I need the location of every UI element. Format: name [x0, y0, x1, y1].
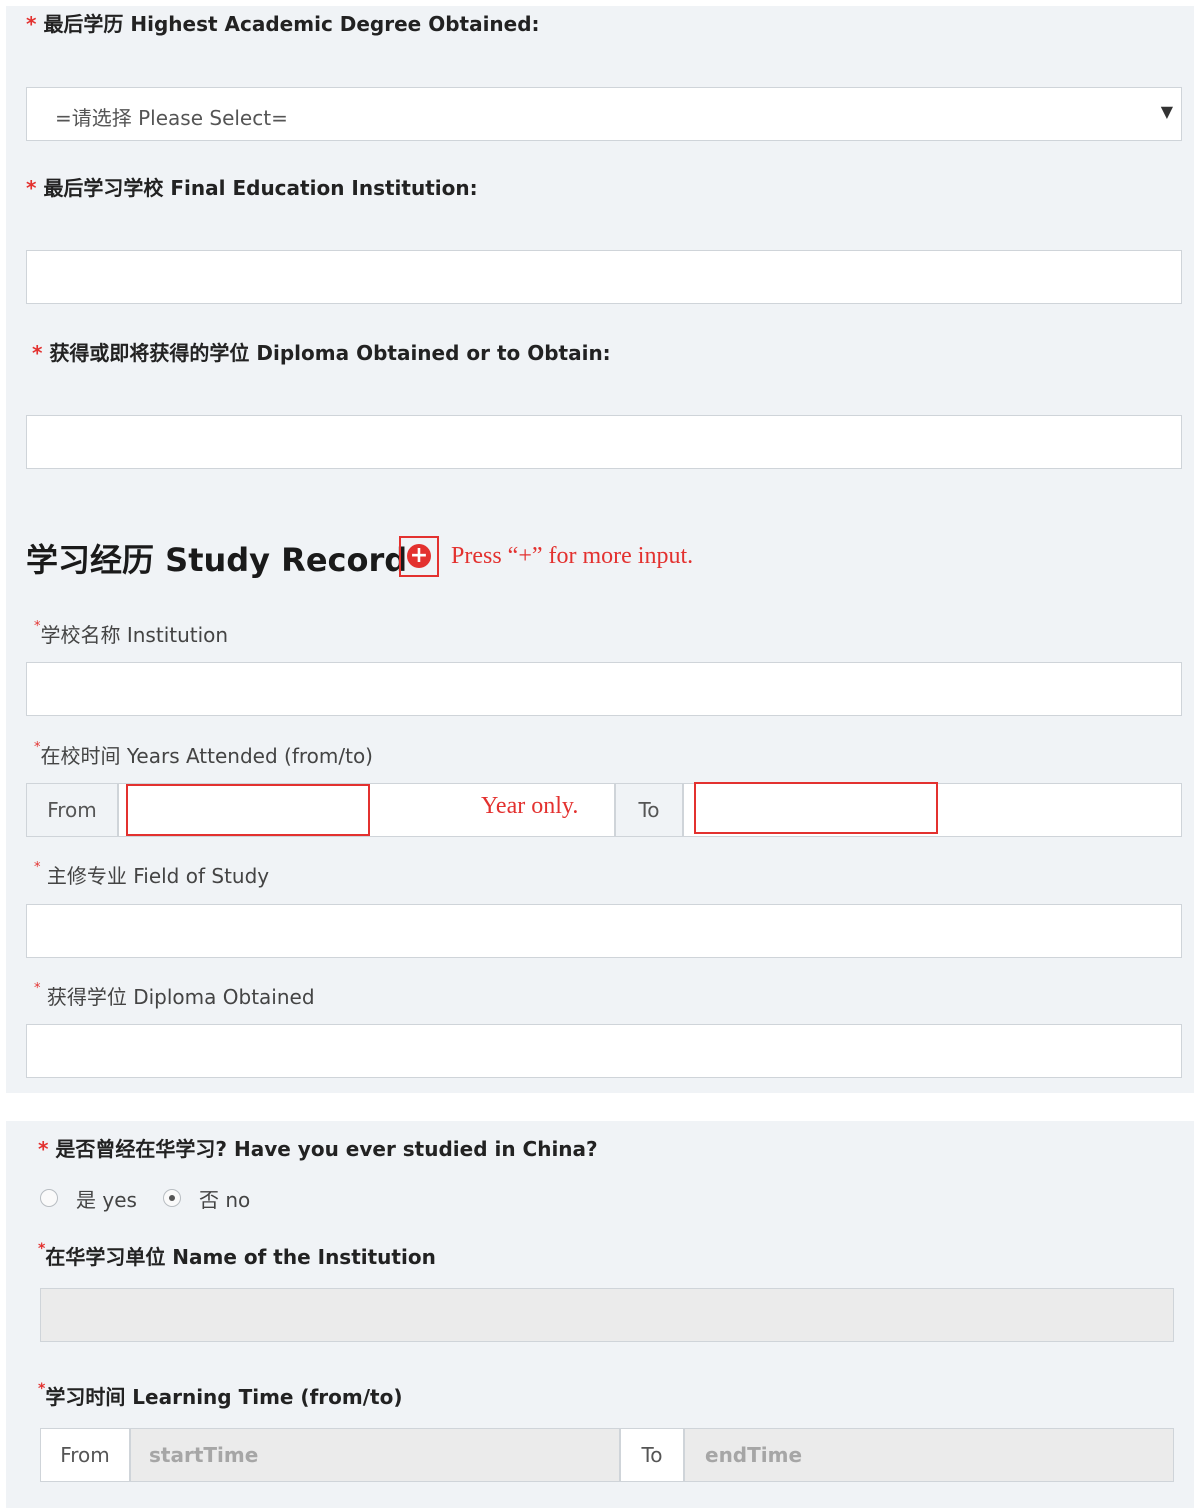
- add-more-note: Press “+” for more input.: [451, 543, 694, 569]
- years-attended-label: 在校时间 Years Attended (from/to): [40, 744, 374, 768]
- degree-label-row: * 最后学历 Highest Academic Degree Obtained:: [26, 8, 540, 37]
- final-institution-label: 最后学习学校 Final Education Institution:: [43, 176, 478, 200]
- china-question-label: 是否曾经在华学习? Have you ever studied in China…: [48, 1137, 598, 1161]
- from-addon: From: [26, 783, 118, 837]
- diploma-input[interactable]: [26, 415, 1182, 469]
- diploma-obtained-label-row: * 获得学位 Diploma Obtained: [34, 981, 315, 1010]
- degree-select[interactable]: =请选择 Please Select= ▼: [26, 87, 1182, 141]
- final-institution-label-row: * 最后学习学校 Final Education Institution:: [26, 172, 478, 201]
- required-mark: *: [38, 1137, 49, 1161]
- learning-time-label-row: *学习时间 Learning Time (from/to): [38, 1381, 402, 1410]
- year-only-note: Year only.: [481, 793, 579, 819]
- year-to-highlight: [694, 782, 938, 834]
- institution-input[interactable]: [26, 662, 1182, 716]
- plus-circle-icon[interactable]: +: [407, 544, 431, 568]
- degree-select-value: =请选择 Please Select=: [55, 106, 288, 130]
- years-attended-label-row: *在校时间 Years Attended (from/to): [34, 740, 373, 769]
- diploma-obtained-input[interactable]: [26, 1024, 1182, 1078]
- diploma-label-row: * 获得或即将获得的学位 Diploma Obtained or to Obta…: [32, 337, 611, 366]
- field-of-study-label-row: * 主修专业 Field of Study: [34, 860, 269, 889]
- final-institution-input[interactable]: [26, 250, 1182, 304]
- china-institution-input[interactable]: [40, 1288, 1174, 1342]
- radio-no-label: 否 no: [199, 1188, 251, 1212]
- field-of-study-input[interactable]: [26, 904, 1182, 958]
- learning-time-label: 学习时间 Learning Time (from/to): [45, 1385, 403, 1409]
- end-time-input[interactable]: endTime: [684, 1428, 1174, 1482]
- year-from-highlight: [126, 784, 370, 836]
- learning-to-addon: To: [620, 1428, 684, 1482]
- degree-label: 最后学历 Highest Academic Degree Obtained:: [43, 12, 540, 36]
- start-time-placeholder: startTime: [149, 1443, 259, 1467]
- radio-yes[interactable]: [40, 1189, 58, 1207]
- china-institution-label: 在华学习单位 Name of the Institution: [45, 1245, 436, 1269]
- institution-label: 学校名称 Institution: [40, 623, 229, 647]
- china-institution-label-row: *在华学习单位 Name of the Institution: [38, 1241, 436, 1270]
- field-of-study-label: 主修专业 Field of Study: [40, 864, 270, 888]
- study-record-heading: 学习经历 Study Record: [26, 541, 408, 579]
- institution-label-row: *学校名称 Institution: [34, 619, 228, 648]
- radio-yes-label: 是 yes: [76, 1188, 137, 1212]
- start-time-input[interactable]: startTime: [130, 1428, 620, 1482]
- learning-from-addon: From: [40, 1428, 130, 1482]
- diploma-label: 获得或即将获得的学位 Diploma Obtained or to Obtain…: [49, 341, 611, 365]
- required-mark: *: [26, 12, 37, 36]
- required-mark: *: [32, 341, 43, 365]
- dropdown-arrow-icon: ▼: [1160, 102, 1173, 121]
- radio-no[interactable]: [163, 1189, 181, 1207]
- required-mark: *: [26, 176, 37, 200]
- china-question-row: * 是否曾经在华学习? Have you ever studied in Chi…: [38, 1133, 598, 1162]
- diploma-obtained-label: 获得学位 Diploma Obtained: [40, 985, 315, 1009]
- end-time-placeholder: endTime: [705, 1443, 803, 1467]
- to-addon: To: [615, 783, 683, 837]
